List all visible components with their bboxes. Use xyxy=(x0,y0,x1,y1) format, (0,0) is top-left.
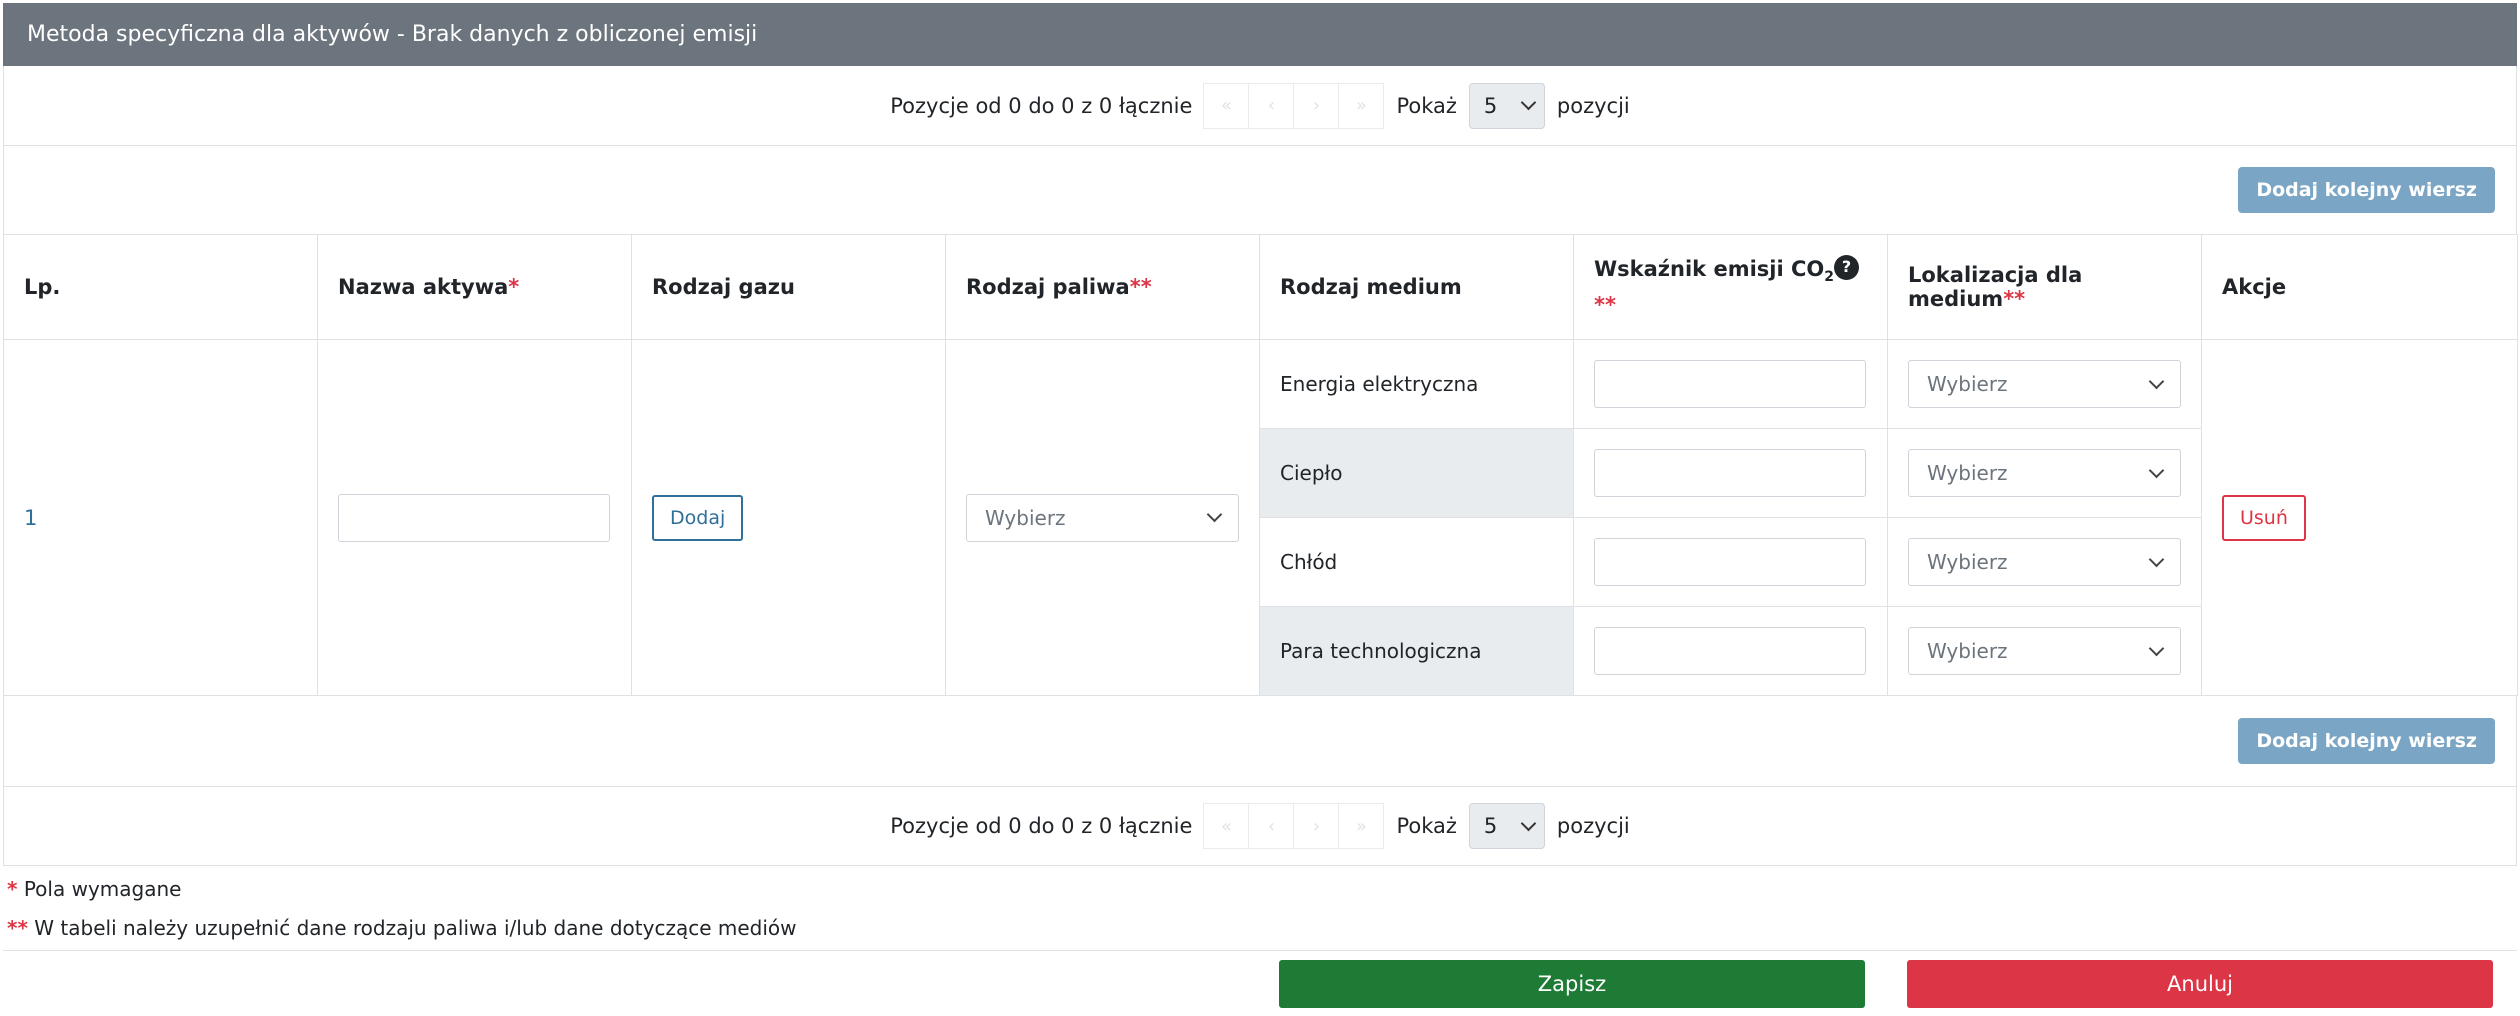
medium-name: Ciepło xyxy=(1259,428,1574,518)
pager-next-button[interactable]: › xyxy=(1293,82,1340,129)
add-row-button-bottom[interactable]: Dodaj kolejny wiersz xyxy=(2238,718,2495,764)
page-size-value: 5 xyxy=(1483,93,1498,118)
panel-title: Metoda specyficzna dla aktywów - Brak da… xyxy=(27,22,758,47)
emission-factor-input[interactable] xyxy=(1594,360,1866,408)
emission-factor-cell xyxy=(1573,339,1888,429)
required-marker: * xyxy=(508,275,520,299)
chevron-down-icon xyxy=(1520,815,1537,831)
form-footer: Zapisz Anuluj xyxy=(3,950,2517,1016)
emission-factor-input[interactable] xyxy=(1594,538,1866,586)
table-row: 1 Dodaj Wybierz Energia elektryczna Wybi… xyxy=(3,339,2518,696)
emission-factor-cell xyxy=(1573,517,1888,607)
fuel-type-select[interactable]: Wybierz xyxy=(966,493,1239,542)
pager-prev-button[interactable]: ‹ xyxy=(1248,82,1295,129)
assets-table: Lp. Nazwa aktywa* Rodzaj gazu Rodzaj pal… xyxy=(3,234,2518,696)
row-lp: 1 xyxy=(3,339,318,696)
pager-buttons: « ‹ › » xyxy=(1203,82,1385,129)
emission-factor-cell xyxy=(1573,428,1888,518)
pager-show-label: Pokaż xyxy=(1396,814,1457,838)
asset-method-panel: Metoda specyficzna dla aktywów - Brak da… xyxy=(3,3,2518,1010)
double-required-marker: ** xyxy=(1129,275,1152,299)
col-medium-type: Rodzaj medium xyxy=(1259,234,1574,340)
medium-location-select[interactable]: Wybierz xyxy=(1908,627,2181,675)
chevron-down-icon xyxy=(1520,94,1537,111)
help-icon[interactable]: ? xyxy=(1834,254,1859,280)
add-row-button-top[interactable]: Dodaj kolejny wiersz xyxy=(2238,167,2495,213)
medium-location-select[interactable]: Wybierz xyxy=(1908,449,2181,497)
cancel-button[interactable]: Anuluj xyxy=(1907,959,2493,1008)
bottom-pager: Pozycje od 0 do 0 z 0 łącznie « ‹ › » Po… xyxy=(3,786,2517,866)
chevron-down-icon xyxy=(2148,373,2165,389)
col-gas-type: Rodzaj gazu xyxy=(631,234,946,340)
top-add-row-bar: Dodaj kolejny wiersz xyxy=(3,146,2517,234)
col-fuel-type: Rodzaj paliwa** xyxy=(945,234,1260,340)
medium-name: Chłód xyxy=(1259,517,1574,607)
medium-name: Para technologiczna xyxy=(1259,606,1574,696)
pager-next-button[interactable]: › xyxy=(1293,803,1340,849)
add-gas-button[interactable]: Dodaj xyxy=(652,494,744,541)
asset-name-input[interactable] xyxy=(338,493,610,542)
medium-location-select[interactable]: Wybierz xyxy=(1908,360,2181,408)
emission-factor-cell xyxy=(1573,606,1888,696)
remove-row-button[interactable]: Usuń xyxy=(2222,494,2306,541)
top-pager: Pozycje od 0 do 0 z 0 łącznie « ‹ › » Po… xyxy=(3,66,2517,146)
pager-show-label: Pokaż xyxy=(1396,93,1457,118)
chevron-down-icon xyxy=(2148,551,2165,567)
pager-first-button[interactable]: « xyxy=(1203,803,1250,849)
form-notes: * Pola wymagane ** W tabeli należy uzupe… xyxy=(3,870,2517,948)
pager-last-button[interactable]: » xyxy=(1338,82,1385,129)
medium-location-cell: Wybierz xyxy=(1887,517,2202,607)
pager-last-button[interactable]: » xyxy=(1338,803,1385,849)
chevron-down-icon xyxy=(2148,462,2165,478)
pager-suffix: pozycji xyxy=(1556,93,1630,118)
page-size-value: 5 xyxy=(1483,814,1498,838)
double-required-marker: ** xyxy=(2003,287,2026,311)
emission-factor-input[interactable] xyxy=(1594,449,1866,497)
medium-name: Energia elektryczna xyxy=(1259,339,1574,429)
chevron-down-icon xyxy=(1206,506,1223,523)
required-note: * Pola wymagane xyxy=(7,877,182,901)
pager-buttons: « ‹ › » xyxy=(1203,803,1385,849)
medium-location-select[interactable]: Wybierz xyxy=(1908,538,2181,586)
pager-info: Pozycje od 0 do 0 z 0 łącznie xyxy=(890,814,1193,838)
double-required-marker: ** xyxy=(1594,293,1616,318)
medium-location-cell: Wybierz xyxy=(1887,428,2202,518)
bottom-add-row-bar: Dodaj kolejny wiersz xyxy=(3,696,2517,786)
page-size-select[interactable]: 5 xyxy=(1468,803,1545,849)
asset-name-cell xyxy=(317,339,632,696)
page-size-select[interactable]: 5 xyxy=(1468,82,1545,129)
chevron-down-icon xyxy=(2148,640,2165,656)
table-header-row: Lp. Nazwa aktywa* Rodzaj gazu Rodzaj pal… xyxy=(3,234,2518,340)
col-lp: Lp. xyxy=(3,234,318,340)
col-emission-factor: Wskaźnik emisji CO2? ** xyxy=(1573,234,1888,340)
save-button[interactable]: Zapisz xyxy=(1279,959,1865,1008)
actions-cell: Usuń xyxy=(2201,339,2518,696)
col-actions: Akcje xyxy=(2201,234,2518,340)
pager-prev-button[interactable]: ‹ xyxy=(1248,803,1295,849)
panel-header: Metoda specyficzna dla aktywów - Brak da… xyxy=(3,3,2517,66)
medium-location-cell: Wybierz xyxy=(1887,339,2202,429)
gas-type-cell: Dodaj xyxy=(631,339,946,696)
medium-location-cell: Wybierz xyxy=(1887,606,2202,696)
pager-info: Pozycje od 0 do 0 z 0 łącznie xyxy=(890,93,1193,118)
pager-first-button[interactable]: « xyxy=(1203,82,1250,129)
double-required-note: ** W tabeli należy uzupełnić dane rodzaj… xyxy=(7,916,797,940)
emission-factor-input[interactable] xyxy=(1594,627,1866,675)
fuel-type-cell: Wybierz xyxy=(945,339,1260,696)
col-medium-location: Lokalizacja dla medium** xyxy=(1887,234,2202,340)
col-asset-name: Nazwa aktywa* xyxy=(317,234,632,340)
pager-suffix: pozycji xyxy=(1556,814,1630,838)
